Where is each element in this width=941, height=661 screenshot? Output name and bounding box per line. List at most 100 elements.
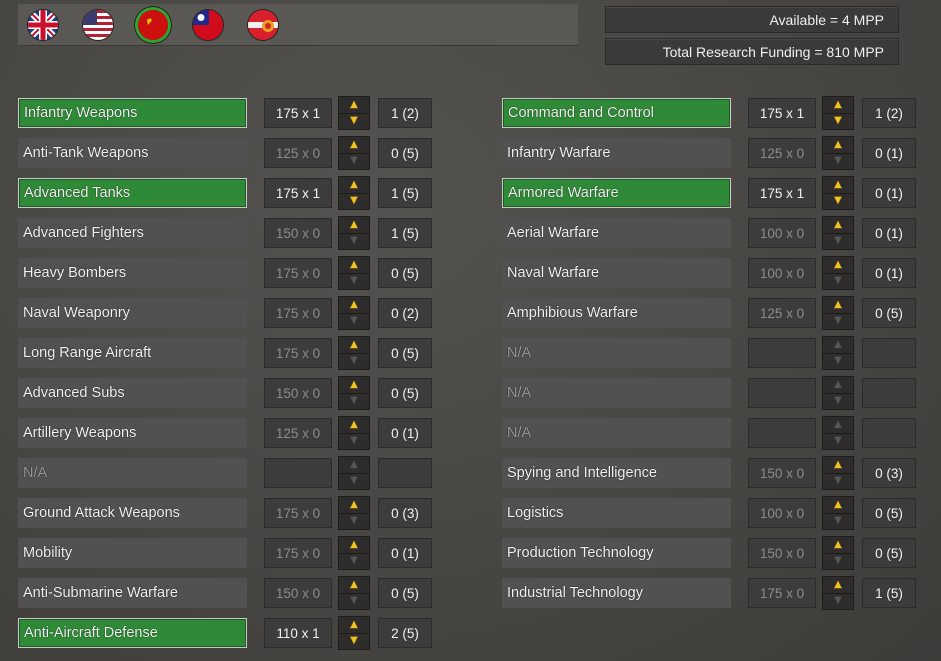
tech-name[interactable]: Ground Attack Weapons [18,498,247,528]
tech-name[interactable]: Artillery Weapons [18,418,247,448]
investment-stepper: ▲ ▼ [822,496,854,530]
decrease-arrow-icon[interactable]: ▼ [339,554,369,570]
decrease-arrow-icon[interactable]: ▼ [823,354,853,370]
tech-name[interactable]: Advanced Tanks [18,178,247,208]
increase-arrow-icon[interactable]: ▲ [339,137,369,154]
decrease-arrow-icon[interactable]: ▼ [339,234,369,250]
tech-name[interactable]: Production Technology [502,538,731,568]
tech-name[interactable]: Industrial Technology [502,578,731,608]
tech-name[interactable]: Armored Warfare [502,178,731,208]
increase-arrow-icon[interactable]: ▲ [823,137,853,154]
increase-arrow-icon[interactable]: ▲ [823,377,853,394]
decrease-arrow-icon[interactable]: ▼ [339,354,369,370]
tech-name[interactable]: Naval Warfare [502,258,731,288]
decrease-arrow-icon[interactable]: ▼ [339,154,369,170]
tech-cost: 175 x 0 [264,498,332,528]
tech-cost: 125 x 0 [748,138,816,168]
decrease-arrow-icon[interactable]: ▼ [823,434,853,450]
decrease-arrow-icon[interactable]: ▼ [339,114,369,130]
increase-arrow-icon[interactable]: ▲ [339,257,369,274]
tech-cost [748,418,816,448]
increase-arrow-icon[interactable]: ▲ [339,617,369,634]
tech-name[interactable]: Amphibious Warfare [502,298,731,328]
increase-arrow-icon[interactable]: ▲ [339,457,369,474]
decrease-arrow-icon[interactable]: ▼ [339,194,369,210]
decrease-arrow-icon[interactable]: ▼ [339,594,369,610]
tech-level: 0 (5) [862,298,916,328]
tech-cost: 175 x 0 [264,538,332,568]
uk-flag-icon[interactable] [28,9,58,40]
tech-name[interactable]: Anti-Submarine Warfare [18,578,247,608]
increase-arrow-icon[interactable]: ▲ [823,417,853,434]
increase-arrow-icon[interactable]: ▲ [823,457,853,474]
increase-arrow-icon[interactable]: ▲ [823,337,853,354]
tech-name[interactable]: Infantry Weapons [18,98,247,128]
increase-arrow-icon[interactable]: ▲ [339,217,369,234]
tech-name[interactable]: Heavy Bombers [18,258,247,288]
increase-arrow-icon[interactable]: ▲ [339,177,369,194]
usa-flag-icon[interactable] [83,9,113,40]
tech-name[interactable]: Mobility [18,538,247,568]
china-flag-icon[interactable] [193,9,223,40]
tech-cost: 175 x 1 [264,98,332,128]
increase-arrow-icon[interactable]: ▲ [823,217,853,234]
tech-name[interactable]: Long Range Aircraft [18,338,247,368]
tech-name[interactable]: Advanced Fighters [18,218,247,248]
increase-arrow-icon[interactable]: ▲ [823,177,853,194]
tech-cost: 110 x 1 [264,618,332,648]
tech-name[interactable]: Anti-Tank Weapons [18,138,247,168]
decrease-arrow-icon[interactable]: ▼ [339,514,369,530]
tech-name[interactable]: N/A [502,338,731,368]
decrease-arrow-icon[interactable]: ▼ [823,114,853,130]
increase-arrow-icon[interactable]: ▲ [823,297,853,314]
decrease-arrow-icon[interactable]: ▼ [339,434,369,450]
decrease-arrow-icon[interactable]: ▼ [823,194,853,210]
decrease-arrow-icon[interactable]: ▼ [339,314,369,330]
tech-name[interactable]: Infantry Warfare [502,138,731,168]
increase-arrow-icon[interactable]: ▲ [823,257,853,274]
other-flag-icon[interactable] [248,9,278,40]
increase-arrow-icon[interactable]: ▲ [339,497,369,514]
decrease-arrow-icon[interactable]: ▼ [823,154,853,170]
increase-arrow-icon[interactable]: ▲ [823,97,853,114]
increase-arrow-icon[interactable]: ▲ [339,97,369,114]
increase-arrow-icon[interactable]: ▲ [339,377,369,394]
tech-name[interactable]: Naval Weaponry [18,298,247,328]
tech-name[interactable]: Advanced Subs [18,378,247,408]
increase-arrow-icon[interactable]: ▲ [339,417,369,434]
decrease-arrow-icon[interactable]: ▼ [823,594,853,610]
decrease-arrow-icon[interactable]: ▼ [823,554,853,570]
tech-cost: 150 x 0 [748,538,816,568]
tech-name[interactable]: N/A [18,458,247,488]
tech-level: 0 (1) [378,538,432,568]
decrease-arrow-icon[interactable]: ▼ [823,474,853,490]
decrease-arrow-icon[interactable]: ▼ [823,234,853,250]
increase-arrow-icon[interactable]: ▲ [339,537,369,554]
decrease-arrow-icon[interactable]: ▼ [823,314,853,330]
increase-arrow-icon[interactable]: ▲ [823,497,853,514]
decrease-arrow-icon[interactable]: ▼ [339,394,369,410]
increase-arrow-icon[interactable]: ▲ [339,577,369,594]
decrease-arrow-icon[interactable]: ▼ [339,274,369,290]
tech-name[interactable]: Logistics [502,498,731,528]
decrease-arrow-icon[interactable]: ▼ [339,474,369,490]
investment-stepper: ▲ ▼ [822,536,854,570]
investment-stepper: ▲ ▼ [822,456,854,490]
tech-name[interactable]: Command and Control [502,98,731,128]
decrease-arrow-icon[interactable]: ▼ [823,514,853,530]
increase-arrow-icon[interactable]: ▲ [339,297,369,314]
tech-name[interactable]: N/A [502,418,731,448]
decrease-arrow-icon[interactable]: ▼ [823,274,853,290]
tech-level: 0 (5) [862,498,916,528]
tech-name[interactable]: Aerial Warfare [502,218,731,248]
tech-name[interactable]: Anti-Aircraft Defense [18,618,247,648]
decrease-arrow-icon[interactable]: ▼ [823,394,853,410]
increase-arrow-icon[interactable]: ▲ [339,337,369,354]
increase-arrow-icon[interactable]: ▲ [823,537,853,554]
decrease-arrow-icon[interactable]: ▼ [339,634,369,650]
increase-arrow-icon[interactable]: ▲ [823,577,853,594]
tech-name[interactable]: N/A [502,378,731,408]
ussr-flag-icon[interactable] [138,9,168,40]
tech-name[interactable]: Spying and Intelligence [502,458,731,488]
tech-level: 0 (5) [378,138,432,168]
